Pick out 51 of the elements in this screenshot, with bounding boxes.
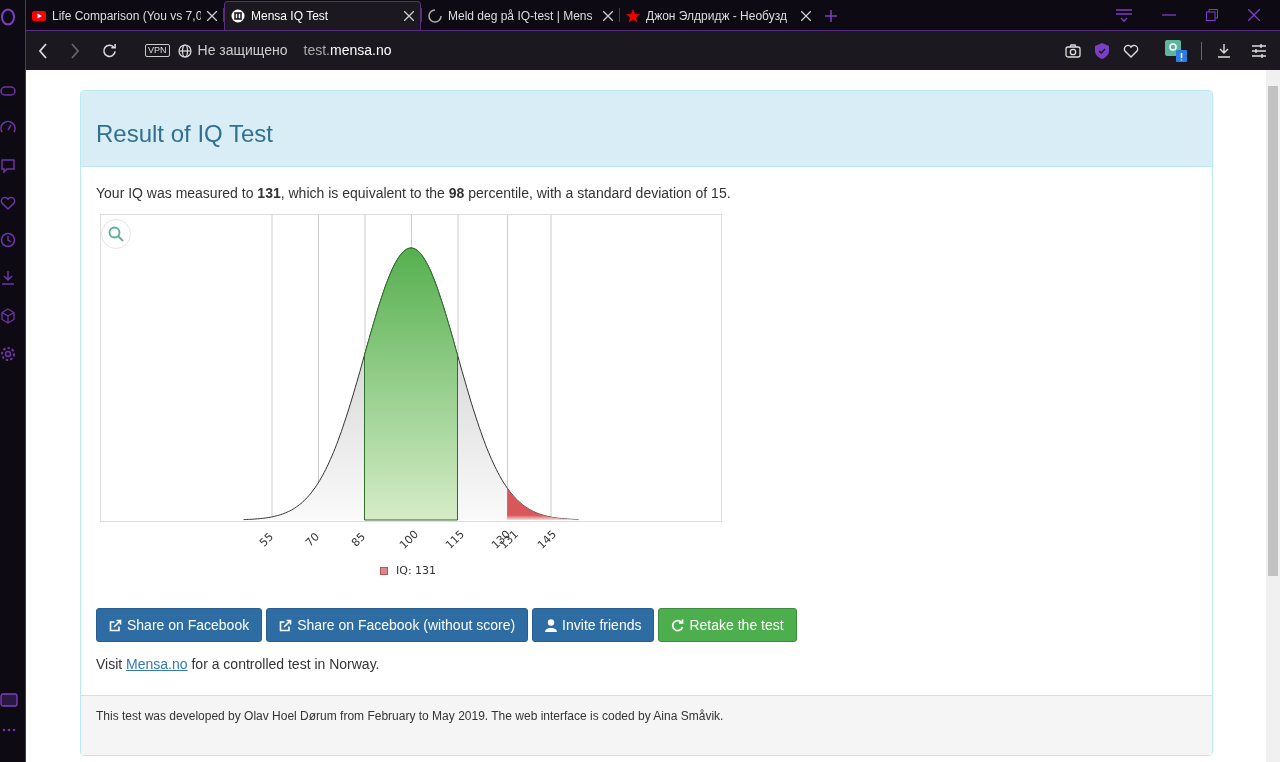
reload-icon[interactable] (102, 43, 117, 58)
close-tab-icon[interactable] (603, 10, 613, 21)
scrollbar[interactable] (1266, 70, 1280, 762)
axis-tick-label: 85 (348, 529, 369, 552)
close-tab-icon[interactable] (207, 10, 217, 21)
loading-spinner-icon (428, 8, 442, 23)
close-tab-icon[interactable] (404, 11, 414, 21)
browser-tab[interactable]: Meld deg på IQ-test | Mens (422, 1, 619, 30)
footer-text: This test was developed by Olav Hoel Dørum from February to May 2019. The web interface is coded by Aina Småvik. (96, 708, 725, 725)
restore-icon[interactable] (1206, 9, 1218, 21)
refresh-icon (671, 618, 685, 632)
cube-icon[interactable] (0, 308, 16, 324)
browser-logo-icon[interactable] (0, 8, 16, 26)
camera-icon[interactable] (1065, 43, 1081, 58)
share-icon (109, 618, 122, 632)
url-text[interactable]: test.mensa.no (303, 40, 392, 61)
action-button[interactable]: Share on Facebook (without score) (266, 608, 529, 642)
close-tab-icon[interactable] (801, 10, 811, 21)
more-icon[interactable] (1, 728, 16, 732)
security-status[interactable]: Не защищено (197, 40, 288, 61)
back-icon[interactable] (38, 42, 48, 59)
close-icon[interactable] (1248, 9, 1260, 21)
visit-text: Visit Mensa.no for a controlled test in Norway. (96, 655, 381, 674)
panel-title: Result of IQ Test (96, 118, 273, 149)
action-button[interactable]: Share on Facebook (96, 608, 263, 642)
legend-label: IQ: 131 (396, 563, 437, 579)
vpn-badge[interactable]: VPN (145, 44, 170, 57)
settings-icon[interactable] (0, 346, 16, 362)
menu-icon[interactable] (1116, 8, 1132, 22)
result-summary: Your IQ was measured to 131, which is equivalent to the 98 percentile, with a standard deviation of 15. (96, 184, 732, 203)
settings-sliders-icon[interactable] (1252, 43, 1266, 58)
globe-icon (177, 43, 192, 58)
action-button[interactable]: Invite friends (532, 608, 655, 642)
browser-tab[interactable]: Life Comparison (You vs 7,0 (26, 1, 223, 30)
browser-tab[interactable]: Джон Элдридж - Необузд (620, 1, 817, 30)
axis-tick-label: 55 (256, 529, 277, 552)
video-play-icon (32, 10, 46, 21)
sidebar-panel-icon[interactable] (0, 692, 18, 708)
browser-tab[interactable]: Mensa IQ Test (224, 1, 421, 30)
clock-icon[interactable] (0, 232, 16, 248)
search-icon (108, 226, 124, 242)
star-icon (626, 8, 640, 23)
new-tab-icon[interactable] (825, 10, 837, 22)
user-icon (545, 618, 558, 632)
axis-tick-label: 70 (302, 529, 323, 552)
share-icon (279, 618, 293, 632)
extension-icon[interactable] (1165, 39, 1187, 62)
forward-icon[interactable] (70, 42, 80, 59)
shield-icon[interactable] (1095, 42, 1109, 59)
mensa-link[interactable]: Mensa.no (126, 656, 188, 672)
chat-icon[interactable] (0, 158, 16, 174)
